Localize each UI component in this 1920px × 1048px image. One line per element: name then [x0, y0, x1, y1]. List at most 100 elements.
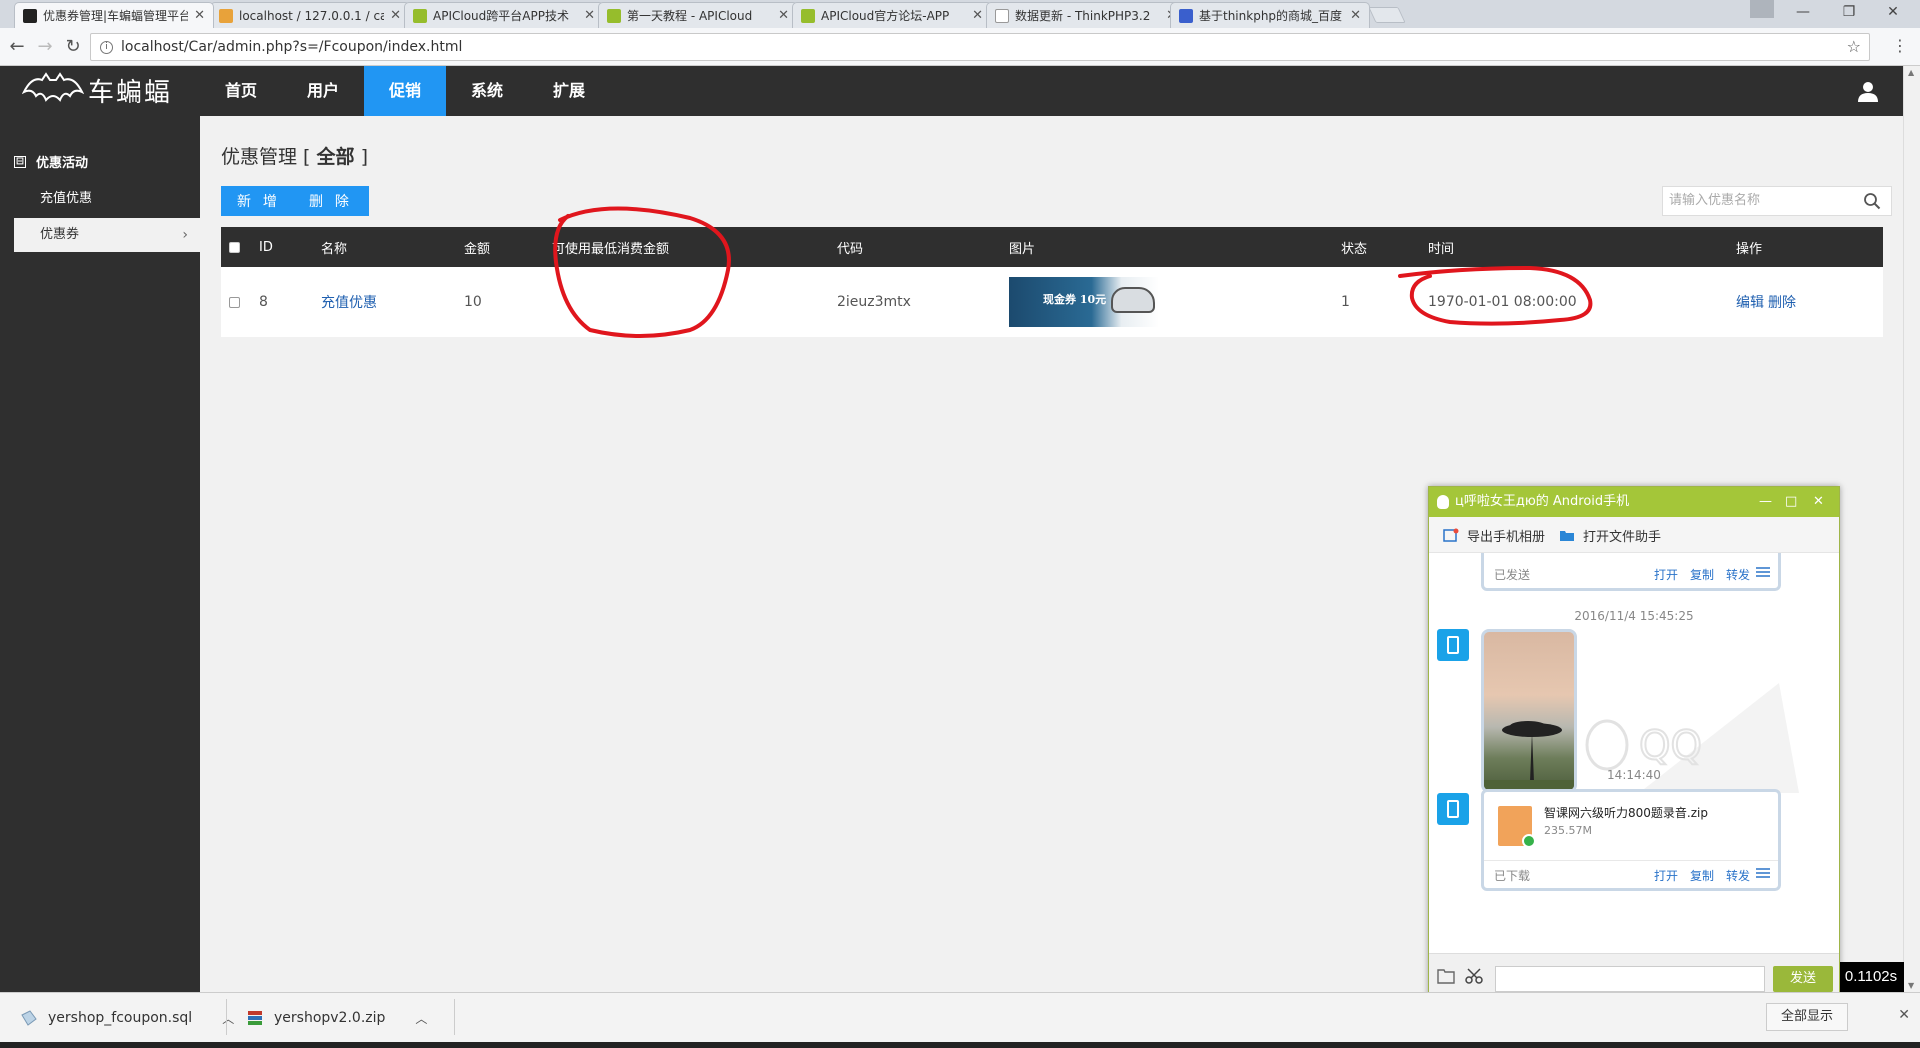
- phone-avatar-icon: [1437, 629, 1469, 661]
- reload-icon[interactable]: ↻: [62, 36, 84, 57]
- nav-promotions[interactable]: 促销: [364, 66, 446, 116]
- col-min-spend[interactable]: 可使用最低消费金额: [552, 227, 669, 267]
- sidebar-group-promotions[interactable]: ⊟ 优惠活动: [14, 152, 88, 171]
- open-link[interactable]: 打开: [1654, 566, 1678, 583]
- col-code[interactable]: 代码: [837, 227, 863, 267]
- sidebar-item-coupons[interactable]: 优惠券 ›: [14, 218, 200, 252]
- search-input[interactable]: 请输入优惠名称: [1662, 186, 1892, 216]
- col-time[interactable]: 时间: [1428, 227, 1454, 267]
- col-name[interactable]: 名称: [321, 227, 347, 267]
- download-item[interactable]: yershop_fcoupon.sql ︿: [20, 993, 234, 1043]
- message-bubble: 已发送 打开 复制 转发: [1481, 553, 1781, 591]
- qq-close-icon[interactable]: ✕: [1813, 487, 1824, 517]
- url-field[interactable]: i localhost/Car/admin.php?s=/Fcoupon/ind…: [90, 33, 1870, 61]
- close-tab-icon[interactable]: ✕: [584, 8, 595, 23]
- tab-apicloud-1[interactable]: APICloud跨平台APP技术 ✕: [404, 2, 604, 28]
- new-tab-button[interactable]: [1368, 7, 1406, 23]
- download-filename: yershopv2.0.zip: [274, 1010, 386, 1026]
- row-name-link[interactable]: 充值优惠: [321, 267, 377, 337]
- folder-icon[interactable]: [1437, 968, 1455, 984]
- export-album-button[interactable]: 导出手机相册: [1443, 517, 1545, 553]
- download-filename: yershop_fcoupon.sql: [48, 1010, 193, 1026]
- sql-file-icon: [21, 1010, 37, 1026]
- page-favicon-icon: [995, 8, 1009, 23]
- forward-link[interactable]: 转发: [1726, 867, 1750, 884]
- page-info-icon[interactable]: i: [100, 41, 113, 54]
- tab-apicloud-3[interactable]: APICloud官方论坛-APP ✕: [792, 2, 992, 28]
- scroll-up-icon[interactable]: ▲: [1908, 68, 1914, 77]
- tab-baidu[interactable]: 基于thinkphp的商城_百度 ✕: [1170, 2, 1370, 28]
- apicloud-favicon-icon: [801, 8, 815, 23]
- bookmark-star-icon[interactable]: ☆: [1847, 34, 1861, 60]
- forward-link[interactable]: 转发: [1726, 566, 1750, 583]
- message-input[interactable]: [1495, 966, 1765, 992]
- restore-icon[interactable]: ❐: [1834, 2, 1864, 22]
- add-button[interactable]: 新 增: [221, 186, 297, 216]
- close-tab-icon[interactable]: ✕: [972, 8, 983, 23]
- open-file-assistant-button[interactable]: 打开文件助手: [1559, 517, 1661, 553]
- close-window-icon[interactable]: ✕: [1878, 2, 1908, 22]
- send-button[interactable]: 发送: [1773, 966, 1833, 992]
- qq-message-list[interactable]: 已发送 打开 复制 转发 2016/11/4 15:45:25 QQ 14:14…: [1429, 553, 1839, 953]
- coupon-image: 现金券 10元: [1009, 277, 1159, 327]
- select-all-checkbox[interactable]: [229, 227, 240, 267]
- nav-home[interactable]: 首页: [200, 66, 282, 116]
- edit-link[interactable]: 编辑: [1736, 292, 1764, 312]
- close-tab-icon[interactable]: ✕: [1350, 8, 1361, 23]
- qq-minimize-icon[interactable]: —: [1759, 487, 1772, 517]
- delete-link[interactable]: 删除: [1768, 292, 1796, 312]
- message-timestamp: 14:14:40: [1607, 768, 1661, 782]
- message-timestamp: 2016/11/4 15:45:25: [1574, 609, 1694, 623]
- sidebar-group-label: 优惠活动: [36, 156, 89, 171]
- sidebar-item-recharge[interactable]: 充值优惠: [14, 182, 200, 216]
- logo[interactable]: 车蝙蝠: [22, 70, 172, 110]
- minimize-icon[interactable]: —: [1788, 2, 1818, 22]
- browser-tab-strip: 优惠券管理|车蝙蝠管理平台 ✕ localhost / 127.0.0.1 / …: [0, 0, 1920, 28]
- sidebar-item-label: 充值优惠: [40, 191, 93, 206]
- close-tab-icon[interactable]: ✕: [194, 8, 205, 23]
- download-item[interactable]: yershopv2.0.zip ︿: [246, 993, 427, 1043]
- show-all-downloads-button[interactable]: 全部显示: [1765, 1003, 1848, 1031]
- close-download-shelf-icon[interactable]: ✕: [1898, 1007, 1910, 1023]
- apicloud-favicon-icon: [413, 8, 427, 23]
- profile-icon[interactable]: [1750, 0, 1774, 18]
- tab-thinkphp[interactable]: 数据更新 - ThinkPHP3.2 ✕: [986, 2, 1186, 28]
- page-scrollbar[interactable]: ▲ ▼: [1903, 66, 1920, 992]
- col-id[interactable]: ID: [259, 227, 273, 267]
- scroll-down-icon[interactable]: ▼: [1908, 981, 1914, 990]
- copy-link[interactable]: 复制: [1690, 867, 1714, 884]
- phpmyadmin-favicon-icon: [219, 8, 233, 23]
- copy-link[interactable]: 复制: [1690, 566, 1714, 583]
- user-icon[interactable]: [1857, 80, 1879, 102]
- qq-toolbar: 导出手机相册 打开文件助手: [1429, 517, 1839, 553]
- nav-system[interactable]: 系统: [446, 66, 528, 116]
- close-tab-icon[interactable]: ✕: [778, 8, 789, 23]
- delete-button[interactable]: 删 除: [293, 186, 369, 216]
- qq-maximize-icon[interactable]: □: [1785, 487, 1797, 517]
- qq-title-bar[interactable]: ц呼啦女王дю的 Android手机 — □ ✕: [1429, 487, 1839, 517]
- row-checkbox[interactable]: [229, 267, 240, 337]
- forward-icon[interactable]: →: [34, 36, 56, 57]
- chevron-up-icon[interactable]: ︿: [222, 1010, 234, 1027]
- tab-title: 数据更新 - ThinkPHP3.2: [1015, 9, 1151, 23]
- chevron-up-icon[interactable]: ︿: [415, 1010, 427, 1027]
- col-status[interactable]: 状态: [1341, 227, 1367, 267]
- close-tab-icon[interactable]: ✕: [390, 8, 401, 23]
- nav-extensions[interactable]: 扩展: [528, 66, 610, 116]
- tab-apicloud-2[interactable]: 第一天教程 - APICloud ✕: [598, 2, 798, 28]
- tab-coupon-admin[interactable]: 优惠券管理|车蝙蝠管理平台 ✕: [14, 2, 214, 28]
- nav-users[interactable]: 用户: [282, 66, 364, 116]
- back-icon[interactable]: ←: [6, 36, 28, 57]
- col-amount[interactable]: 金额: [464, 227, 490, 267]
- scissors-icon[interactable]: [1465, 968, 1483, 984]
- browser-menu-icon[interactable]: ⋮: [1892, 36, 1908, 55]
- baidu-favicon-icon: [1179, 8, 1193, 23]
- search-icon[interactable]: [1863, 192, 1881, 210]
- file-size: 235.57M: [1544, 824, 1592, 837]
- more-menu-icon[interactable]: [1756, 566, 1770, 578]
- open-link[interactable]: 打开: [1654, 867, 1678, 884]
- tab-phpmyadmin[interactable]: localhost / 127.0.0.1 / car ✕: [210, 2, 410, 28]
- file-name[interactable]: 智课网六级听力800题录音.zip: [1544, 804, 1708, 821]
- more-menu-icon[interactable]: [1756, 867, 1770, 879]
- col-image[interactable]: 图片: [1009, 227, 1035, 267]
